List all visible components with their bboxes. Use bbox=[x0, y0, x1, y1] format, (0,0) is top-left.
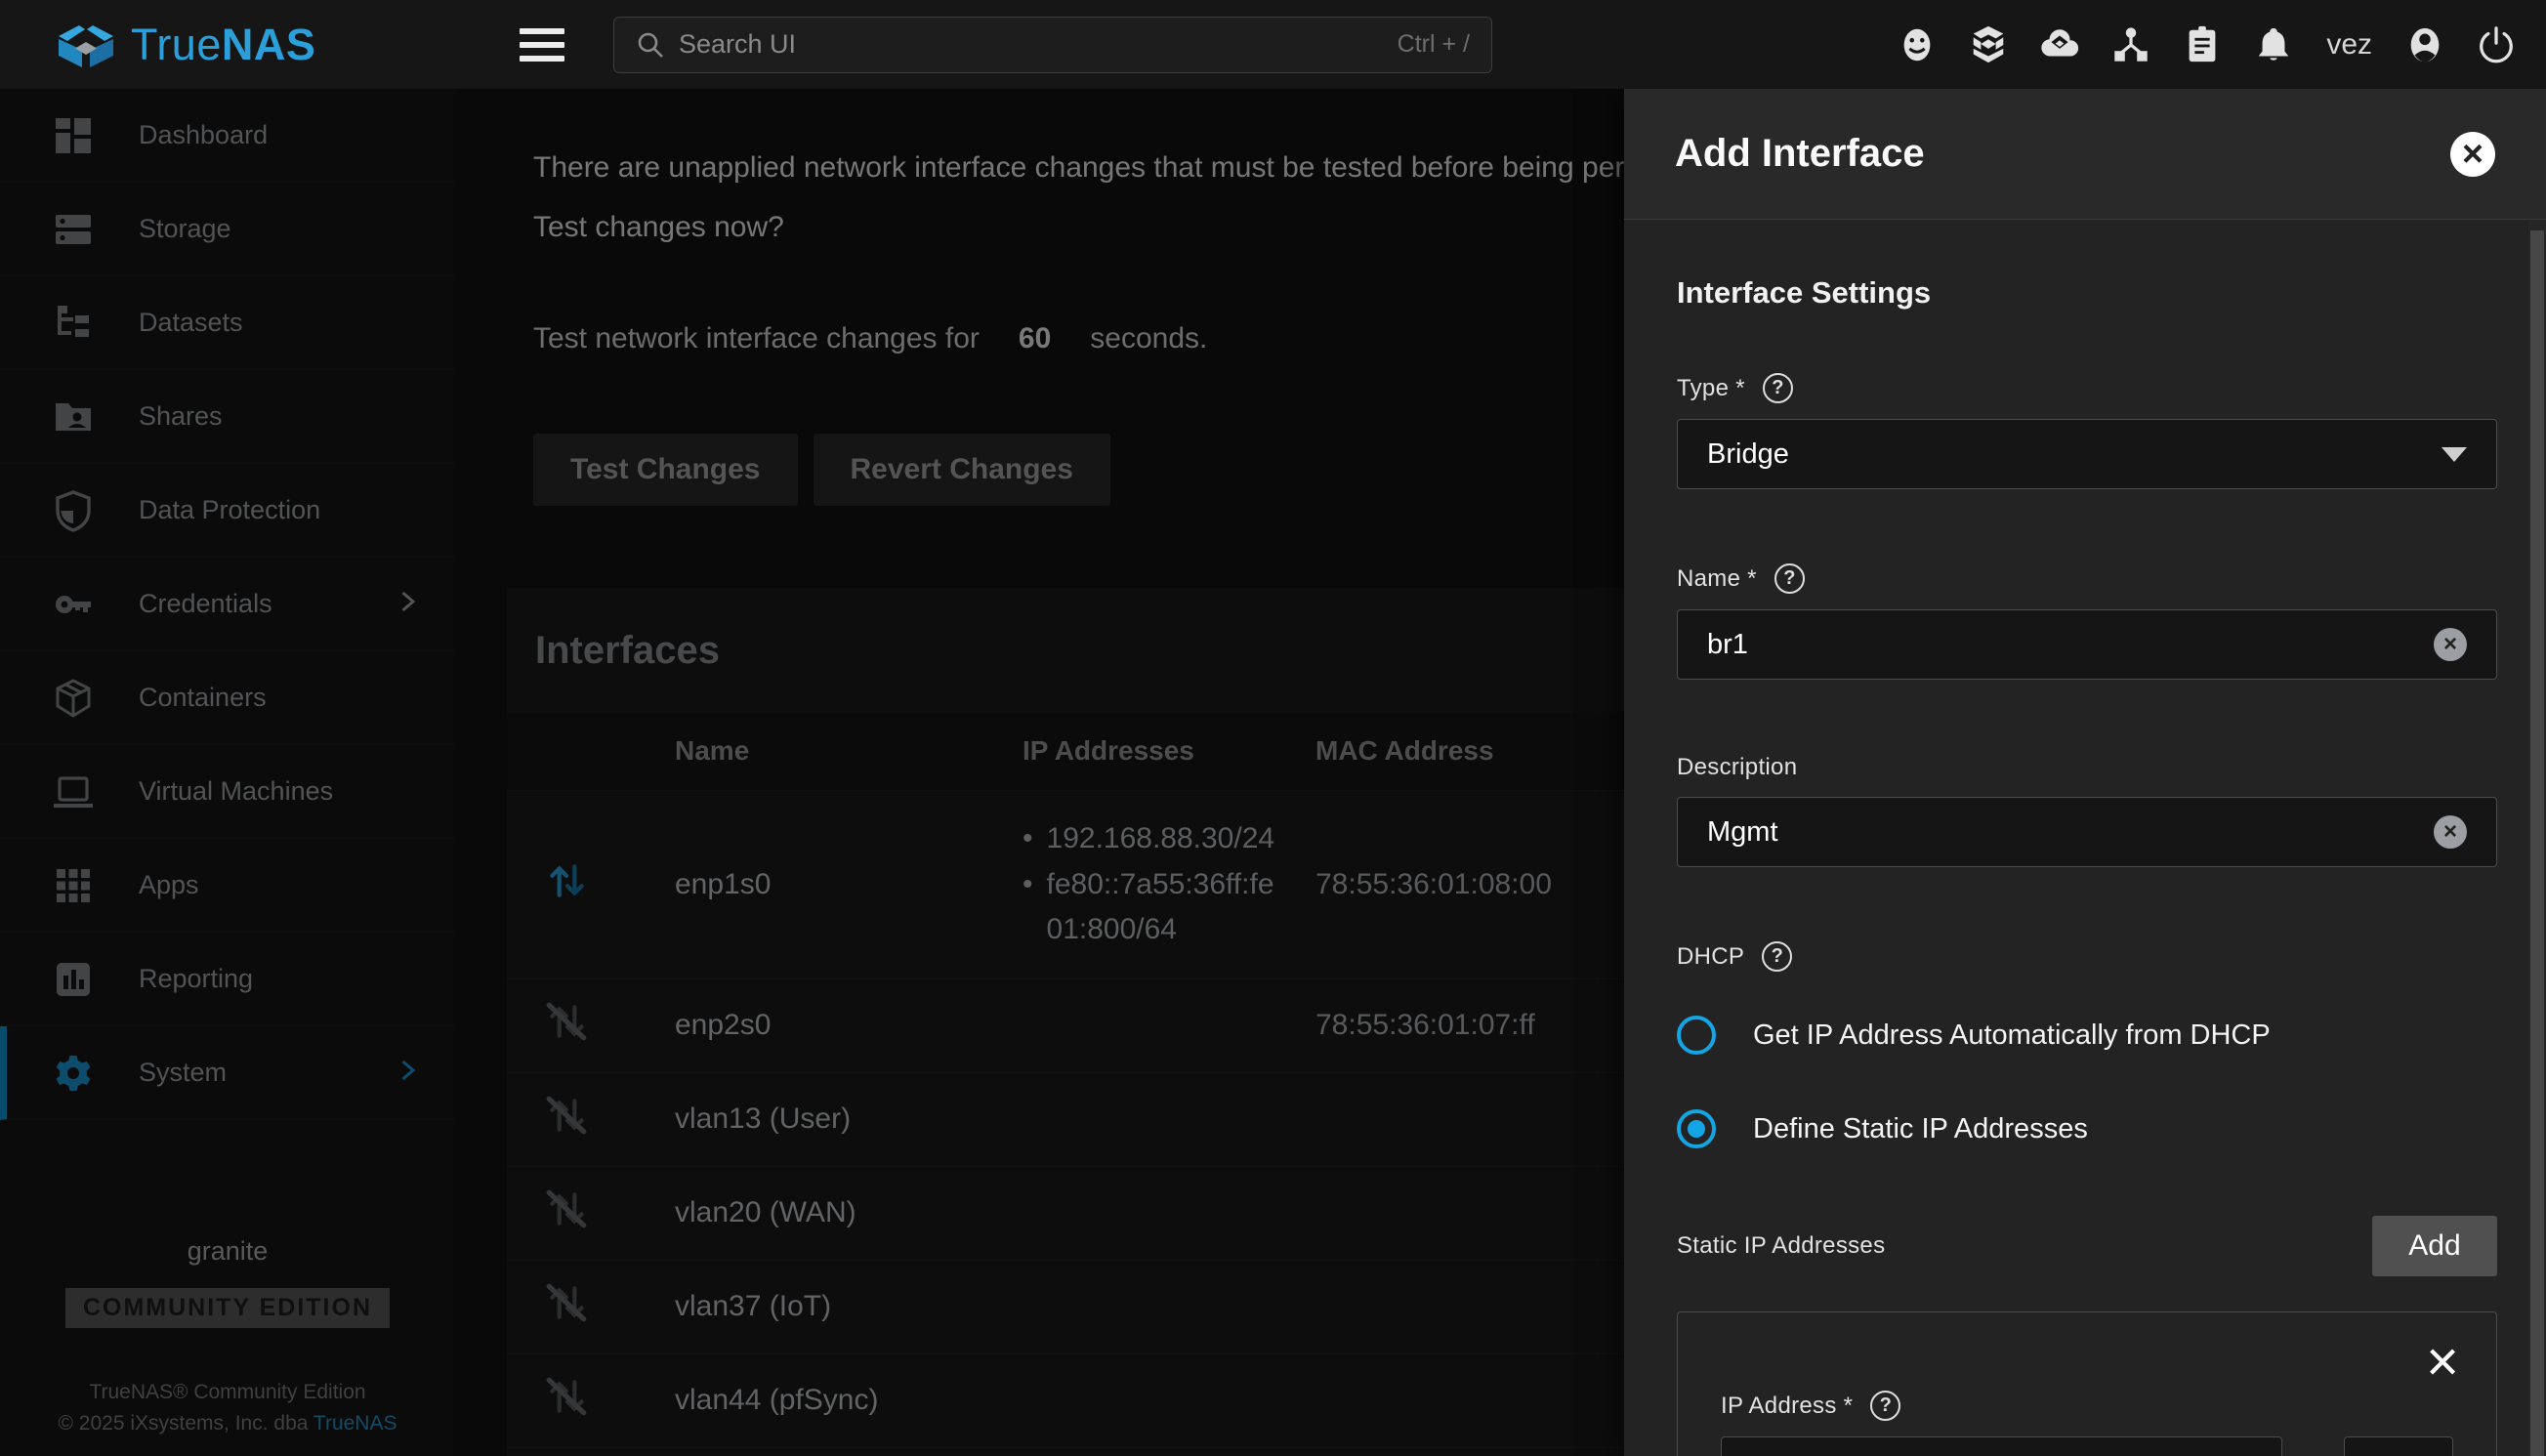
add-static-ip-button[interactable]: Add bbox=[2372, 1216, 2497, 1276]
prefix-length-select[interactable]: 24 bbox=[2344, 1436, 2453, 1456]
power-icon[interactable] bbox=[2474, 22, 2519, 67]
top-bar: TrueNAS Ctrl + / bbox=[0, 0, 2546, 89]
add-interface-panel: Add Interface × Interface Settings Type … bbox=[1624, 89, 2546, 1456]
alerts-bell-icon[interactable] bbox=[2251, 22, 2296, 67]
interface-settings-heading: Interface Settings bbox=[1677, 275, 2497, 311]
scrollbar-thumb[interactable] bbox=[2530, 230, 2544, 1456]
top-icon-row: vez bbox=[1895, 22, 2546, 67]
static-ip-section-header: Static IP Addresses Add bbox=[1677, 1216, 2497, 1276]
dhcp-group: DHCP ? Get IP Address Automatically from… bbox=[1677, 941, 2497, 1159]
type-field-group: Type * ? Bridge bbox=[1677, 373, 2497, 489]
search-shortcut-hint: Ctrl + / bbox=[1398, 30, 1470, 59]
network-topology-icon[interactable] bbox=[2108, 22, 2153, 67]
search-input[interactable] bbox=[679, 29, 1384, 60]
clear-field-icon[interactable]: × bbox=[2434, 628, 2467, 661]
clear-field-icon[interactable]: × bbox=[2434, 815, 2467, 849]
dhcp-label: DHCP bbox=[1677, 943, 1744, 971]
remove-entry-icon[interactable]: × bbox=[2426, 1334, 2459, 1391]
static-ip-entry-card: × IP Address * ? / 24 bbox=[1677, 1311, 2497, 1456]
static-ip-radio-option[interactable]: Define Static IP Addresses bbox=[1677, 1099, 2497, 1159]
search-icon bbox=[636, 30, 665, 60]
brand-text: TrueNAS bbox=[131, 20, 315, 70]
close-icon[interactable]: × bbox=[2450, 132, 2495, 177]
cloud-connect-icon[interactable] bbox=[2037, 22, 2082, 67]
search-box: Ctrl + / bbox=[613, 17, 1492, 73]
name-field-group: Name * ? × bbox=[1677, 563, 2497, 680]
help-icon[interactable]: ? bbox=[1870, 1391, 1900, 1421]
static-ip-label: Static IP Addresses bbox=[1677, 1232, 1885, 1260]
panel-scrollbar bbox=[2528, 221, 2546, 1456]
truenas-app: TrueNAS Ctrl + / bbox=[0, 0, 2546, 1456]
ip-address-label: IP Address * bbox=[1721, 1393, 1853, 1420]
radio-unselected-icon bbox=[1677, 1016, 1716, 1055]
help-icon[interactable]: ? bbox=[1762, 941, 1792, 972]
description-field-group: Description × bbox=[1677, 754, 2497, 867]
jobs-clipboard-icon[interactable] bbox=[2180, 22, 2225, 67]
description-input[interactable] bbox=[1707, 816, 2434, 849]
description-label: Description bbox=[1677, 754, 1797, 781]
help-icon[interactable]: ? bbox=[1763, 373, 1793, 403]
radio-selected-icon bbox=[1677, 1109, 1716, 1148]
name-label: Name * bbox=[1677, 565, 1757, 593]
cidr-separator: / bbox=[2308, 1450, 2318, 1456]
panel-title: Add Interface bbox=[1675, 132, 1925, 176]
truecommand-icon[interactable] bbox=[1966, 22, 2011, 67]
type-label: Type * bbox=[1677, 375, 1745, 402]
truenas-logo[interactable]: TrueNAS bbox=[0, 20, 455, 70]
panel-header: Add Interface × bbox=[1624, 89, 2546, 220]
menu-hamburger-icon[interactable] bbox=[520, 28, 564, 62]
truenas-logo-icon bbox=[55, 21, 117, 68]
type-select[interactable]: Bridge bbox=[1677, 419, 2497, 489]
user-avatar-icon[interactable] bbox=[2402, 22, 2447, 67]
chevron-down-icon bbox=[2442, 447, 2467, 462]
name-input[interactable] bbox=[1707, 629, 2434, 661]
feedback-smiley-icon[interactable] bbox=[1895, 22, 1940, 67]
help-icon[interactable]: ? bbox=[1774, 563, 1805, 594]
hostname-chip: vez bbox=[2326, 28, 2372, 62]
dhcp-radio-option[interactable]: Get IP Address Automatically from DHCP bbox=[1677, 1005, 2497, 1065]
panel-body: Interface Settings Type * ? Bridge Name … bbox=[1624, 221, 2528, 1456]
